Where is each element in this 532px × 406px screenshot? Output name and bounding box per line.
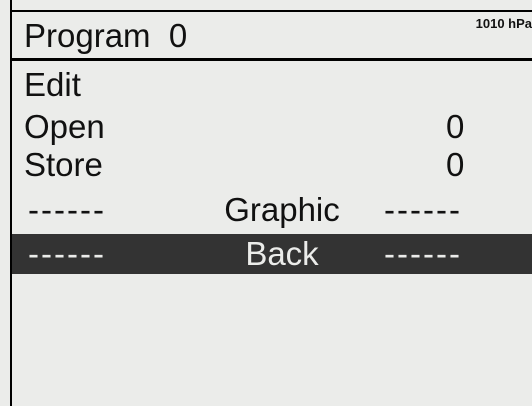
back-button[interactable]: ------ Back ------ <box>12 234 532 274</box>
program-title: Program 0 <box>24 17 188 54</box>
pressure-readout: 1010 hPa <box>475 16 532 31</box>
menu-item-graphic[interactable]: ------ Graphic ------ <box>12 190 532 230</box>
dash-decoration-right: ------ <box>384 235 462 272</box>
menu-item-label: Open <box>24 108 105 145</box>
dash-decoration-left: ------ <box>28 235 106 272</box>
graphic-label: Graphic <box>224 191 340 228</box>
back-label: Back <box>245 235 319 272</box>
dash-decoration-right: ------ <box>384 191 462 228</box>
menu-item-label: Store <box>24 146 103 183</box>
menu-item-edit[interactable]: Edit <box>12 66 532 104</box>
screen-border-top <box>10 10 532 12</box>
menu-item-store[interactable]: Store 0 <box>12 146 532 184</box>
header-divider <box>10 58 532 61</box>
dash-decoration-left: ------ <box>28 191 106 228</box>
menu-item-value: 0 <box>446 108 465 145</box>
menu-item-value: 0 <box>446 146 465 183</box>
device-screen: Program 0 1010 hPa Edit Open 0 Store 0 -… <box>0 0 532 406</box>
menu-item-label: Edit <box>24 66 81 103</box>
menu-item-open[interactable]: Open 0 <box>12 108 532 146</box>
